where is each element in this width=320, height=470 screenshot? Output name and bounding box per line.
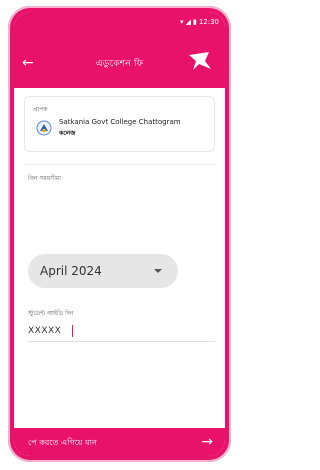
input-underline [28, 341, 215, 342]
student-id-field[interactable]: XXXXX [28, 324, 215, 348]
bird-logo-icon [189, 52, 211, 70]
screen: ▾ ◢ ▮ 12:30 ← এডুকেশন ফি প্রাপক Satkania… [14, 12, 225, 456]
text-caret [72, 325, 73, 337]
period-selected-value: April 2024 [40, 264, 102, 278]
content: প্রাপক Satkania Govt College Chattogram … [14, 88, 225, 456]
wifi-icon: ▾ [180, 18, 184, 26]
divider [24, 164, 215, 165]
student-id-label: স্টুডেন্ট আইডি দিন [28, 310, 74, 317]
receiver-label: প্রাপক [33, 106, 48, 113]
period-label: বিল সময়সীমা [28, 175, 62, 182]
student-id-value: XXXXX [28, 326, 62, 336]
college-emblem-icon [36, 120, 52, 136]
chevron-down-icon [154, 269, 162, 273]
signal-icon: ◢ [185, 18, 191, 26]
arrow-right-icon: → [201, 434, 213, 450]
proceed-to-pay-button[interactable]: পে করতে এগিয়ে যান → [14, 428, 225, 456]
phone-frame: ▾ ◢ ▮ 12:30 ← এডুকেশন ফি প্রাপক Satkania… [8, 6, 231, 462]
receiver-card: প্রাপক Satkania Govt College Chattogram … [24, 96, 215, 152]
period-dropdown[interactable]: April 2024 [28, 254, 178, 288]
notch [92, 12, 186, 32]
status-time: 12:30 [198, 18, 219, 26]
app-bar: ← এডুকেশন ফি [14, 38, 225, 88]
college-type: কলেজ [59, 130, 76, 137]
status-icons: ▾ ◢ ▮ 12:30 [180, 18, 219, 26]
battery-icon: ▮ [192, 18, 197, 26]
proceed-label: পে করতে এগিয়ে যান [28, 438, 97, 447]
college-name: Satkania Govt College Chattogram [59, 118, 181, 126]
